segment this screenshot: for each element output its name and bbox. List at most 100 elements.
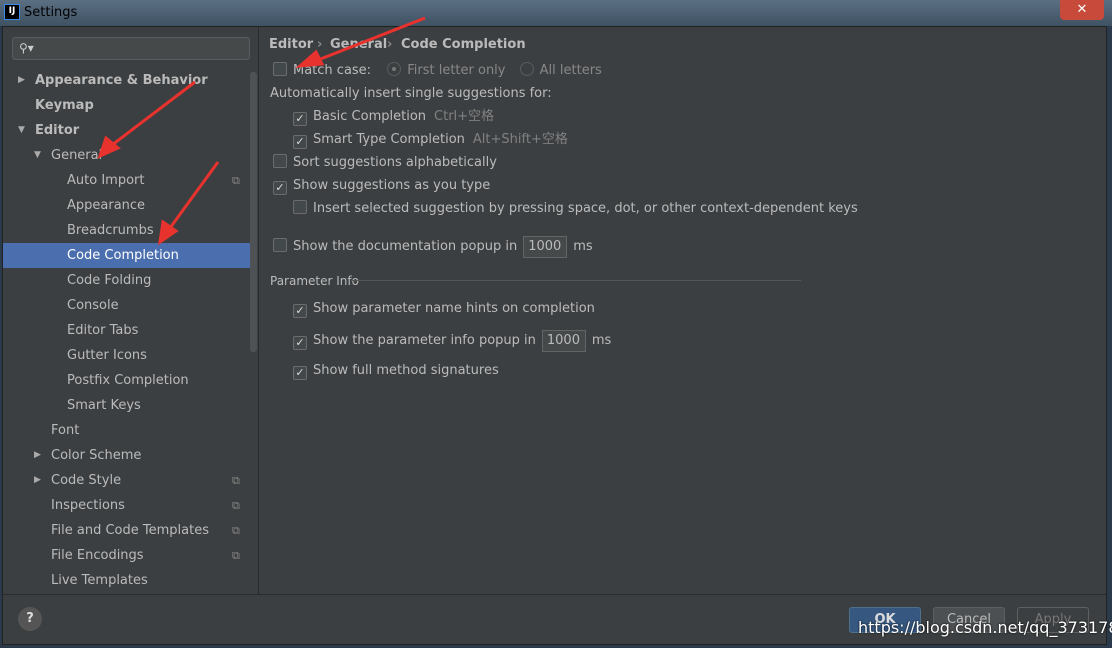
doc-popup-label: Show the documentation popup in [293,239,518,254]
basic-shortcut: Ctrl+空格 [434,109,495,124]
breadcrumb-separator: › [317,37,323,52]
expanded-arrow-icon[interactable]: ▼ [34,143,41,168]
tree-item[interactable]: Keymap [3,93,257,118]
tree-item[interactable]: File and Code Templates ⧉ [3,518,257,543]
tree-item[interactable]: Live Templates [3,568,257,593]
tree-item-label: Smart Keys [67,398,141,413]
tree-item-label: File and Code Templates [51,523,209,538]
title-bar: IJ Settings [0,0,1112,26]
tree-item-label: Live Templates [51,573,148,588]
collapsed-arrow-icon[interactable]: ▶ [34,468,41,493]
tree-item[interactable]: Gutter Icons [3,343,257,368]
breadcrumb-separator: › [387,37,393,52]
sort-row: Sort suggestions alphabetically [273,153,497,173]
param-popup-checkbox[interactable]: ✓ [293,336,307,350]
tree-item-label: General [51,148,103,163]
divider [351,280,801,281]
tree-item-label: Code Folding [67,273,152,288]
tree-item-label: Console [67,298,119,313]
tree-item-label: Editor [35,123,80,138]
search-input[interactable]: ⚲▾ [12,37,250,60]
all-letters-radio[interactable] [519,62,534,76]
close-button[interactable]: ✕ [1060,0,1104,20]
tree-item[interactable]: ▼ General [3,143,257,168]
smart-completion-row: ✓ Smart Type Completion Alt+Shift+空格 [293,130,568,150]
tree-item[interactable]: Breadcrumbs [3,218,257,243]
param-popup-label: Show the parameter info popup in [313,333,536,348]
tree-item[interactable]: Smart Keys [3,393,257,418]
watermark: https://blog.csdn.net/qq_37317845 [858,618,1112,637]
project-settings-icon: ⧉ [232,524,240,537]
basic-completion-row: ✓ Basic Completion Ctrl+空格 [293,107,494,127]
insert-selected-checkbox[interactable] [293,200,307,214]
param-hints-checkbox[interactable]: ✓ [293,304,307,318]
expanded-arrow-icon[interactable]: ▼ [18,118,25,143]
breadcrumb-general[interactable]: General [330,37,387,52]
project-settings-icon: ⧉ [232,474,240,487]
code-completion-panel: Editor › General › Code Completion Match… [269,27,1099,594]
breadcrumb-code-completion: Code Completion [401,37,526,52]
tree-item[interactable]: ▶ Code Style ⧉ [3,468,257,493]
tree-item-label: Breadcrumbs [67,223,154,238]
project-settings-icon: ⧉ [232,499,240,512]
smart-shortcut: Alt+Shift+空格 [472,132,568,147]
tree-item-label: Color Scheme [51,448,142,463]
first-letter-radio[interactable] [387,62,402,76]
doc-popup-checkbox[interactable] [273,238,287,252]
tree-item[interactable]: Code Completion [3,243,257,268]
sort-label: Sort suggestions alphabetically [293,155,497,170]
first-letter-label: First letter only [407,63,506,78]
app-logo: IJ [4,4,20,20]
collapsed-arrow-icon[interactable]: ▶ [18,68,25,93]
show-typing-checkbox[interactable]: ✓ [273,181,287,195]
tree-item[interactable]: ▼ Editor [3,118,257,143]
tree-item-label: Appearance [67,198,146,213]
show-typing-label: Show suggestions as you type [293,178,491,193]
tree-item[interactable]: ▶ Appearance & Behavior [3,68,257,93]
ms-label: ms [573,239,593,254]
doc-delay-input[interactable]: 1000 [523,236,568,258]
show-typing-row: ✓ Show suggestions as you type [273,176,490,196]
tree-item-label: Editor Tabs [67,323,139,338]
basic-completion-label: Basic Completion [313,109,427,124]
parameter-info-heading: Parameter Info [270,274,359,288]
match-case-checkbox[interactable] [273,62,287,76]
window-title: Settings [24,5,78,20]
basic-completion-checkbox[interactable]: ✓ [293,112,307,126]
help-button[interactable]: ? [18,607,42,631]
breadcrumb-editor[interactable]: Editor [269,37,313,52]
tree-item-label: Font [51,423,80,438]
match-case-row: Match case: First letter only All letter… [273,61,602,81]
tree-item[interactable]: Console [3,293,257,318]
insert-selected-row: Insert selected suggestion by pressing s… [293,199,858,219]
tree-item[interactable]: Postfix Completion [3,368,257,393]
param-hints-label: Show parameter name hints on completion [313,301,595,316]
match-case-label: Match case: [293,63,372,78]
param-hints-row: ✓ Show parameter name hints on completion [293,299,595,319]
param-delay-input[interactable]: 1000 [541,330,586,352]
collapsed-arrow-icon[interactable]: ▶ [34,443,41,468]
sidebar-scrollbar[interactable] [250,72,257,352]
tree-item[interactable]: Auto Import ⧉ [3,168,257,193]
tree-item-label: Inspections [51,498,125,513]
tree-item-label: Code Completion [67,248,179,263]
full-sig-checkbox[interactable]: ✓ [293,366,307,380]
tree-item[interactable]: Inspections ⧉ [3,493,257,518]
full-sig-row: ✓ Show full method signatures [293,361,499,381]
smart-completion-label: Smart Type Completion [313,132,465,147]
smart-completion-checkbox[interactable]: ✓ [293,135,307,149]
tree-item-label: File Encodings [51,548,144,563]
tree-item[interactable]: ▶ Color Scheme [3,443,257,468]
insert-selected-label: Insert selected suggestion by pressing s… [313,201,858,216]
param-popup-row: ✓ Show the parameter info popup in 1000 ms [293,330,612,352]
tree-item[interactable]: Editor Tabs [3,318,257,343]
ms-label: ms [591,333,612,348]
tree-item-label: Gutter Icons [67,348,147,363]
tree-item[interactable]: File Encodings ⧉ [3,543,257,568]
tree-item[interactable]: Appearance [3,193,257,218]
tree-item-label: Code Style [51,473,122,488]
tree-item[interactable]: Code Folding [3,268,257,293]
tree-item-label: Auto Import [67,173,145,188]
sort-checkbox[interactable] [273,154,287,168]
tree-item[interactable]: Font [3,418,257,443]
